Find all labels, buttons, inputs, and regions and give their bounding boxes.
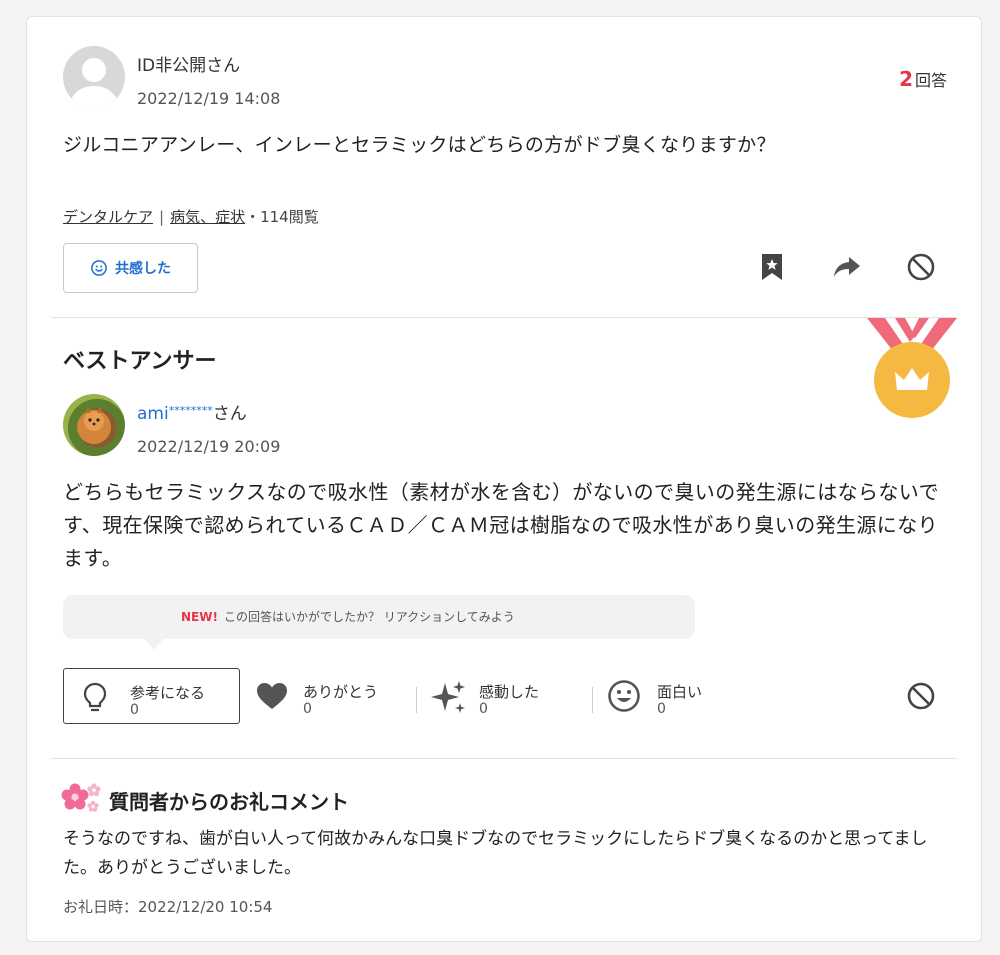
reaction-thanks-count: 0: [303, 701, 312, 717]
reaction-moved-button[interactable]: 感動した 0: [431, 668, 591, 724]
view-count: ・114閲覧: [245, 208, 319, 226]
thanks-title: 質問者からのお礼コメント: [109, 790, 349, 814]
thanks-date: お礼日時：2022/12/20 10:54: [63, 896, 272, 917]
reaction-moved-count: 0: [479, 701, 488, 717]
heart-icon: [257, 683, 287, 709]
empathy-button[interactable]: 共感した: [63, 243, 198, 293]
default-avatar[interactable]: [63, 46, 125, 108]
question-meta: デンタルケア | 病気、症状・114閲覧: [63, 206, 319, 227]
share-button[interactable]: [830, 250, 864, 284]
smile-icon: [608, 680, 640, 712]
question-card: ID非公開さん 2022/12/19 14:08 2 回答 ジルコニアアンレー、イ…: [26, 16, 982, 942]
reaction-prompt: NEW! この回答はいかがでしたか？ リアクションしてみよう: [63, 595, 695, 639]
answer-count-number: 2: [899, 67, 913, 91]
reaction-funny-label: 面白い: [657, 683, 703, 701]
reaction-prompt-text: この回答はいかがでしたか？ リアクションしてみよう: [223, 610, 515, 624]
answer-count-label: 回答: [914, 71, 947, 90]
reaction-helpful-button[interactable]: 参考になる 0: [63, 668, 240, 724]
reaction-prompt-tail: [145, 639, 163, 650]
answerer-name-mask: ********: [168, 404, 213, 417]
report-button[interactable]: [904, 250, 938, 284]
reaction-helpful-label: 参考になる: [130, 684, 206, 702]
category-separator: |: [159, 208, 165, 226]
category-link-dental-care[interactable]: デンタルケア: [63, 208, 153, 226]
report-answer-button[interactable]: [904, 679, 938, 713]
best-answer-title: ベストアンサー: [63, 349, 217, 374]
lightbulb-icon: [83, 682, 107, 712]
smile-icon: [91, 260, 107, 276]
reaction-funny-button[interactable]: 面白い 0: [607, 668, 767, 724]
answerer-avatar[interactable]: [63, 394, 125, 456]
thanks-date-label: お礼日時：: [63, 898, 139, 916]
block-icon: [907, 253, 935, 281]
answer-date: 2022/12/19 20:09: [137, 437, 281, 456]
question-text: ジルコニアアンレー、インレーとセラミックはどちらの方がドブ臭くなりますか？: [63, 134, 776, 156]
block-icon: [907, 682, 935, 710]
category-link-illness[interactable]: 病気、症状: [170, 208, 245, 226]
answer-text: どちらもセラミックスなので吸水性（素材が水を含む）がないので臭いの発生源にはなら…: [63, 480, 939, 570]
section-divider: [51, 758, 957, 759]
new-badge: NEW!: [181, 610, 218, 624]
answerer-name[interactable]: ami********さん: [137, 399, 247, 424]
reaction-helpful-count: 0: [130, 702, 139, 718]
sparkle-icon: [431, 681, 465, 713]
answerer-name-visible: ami: [137, 404, 169, 424]
answer-count[interactable]: 2 回答: [899, 67, 947, 91]
bookmark-button[interactable]: [755, 250, 789, 284]
question-date: 2022/12/19 14:08: [137, 89, 281, 108]
reaction-divider: [592, 687, 593, 713]
answerer-name-suffix: さん: [212, 404, 247, 424]
share-arrow-icon: [834, 257, 860, 277]
reaction-moved-label: 感動した: [479, 683, 540, 701]
best-answer-medal-icon: [867, 318, 957, 418]
thanks-date-value: 2022/12/20 10:54: [138, 898, 273, 916]
reaction-divider: [416, 687, 417, 713]
bookmark-icon: [762, 254, 782, 280]
thanks-text: そうなのですね、歯が白い人って何故かみんな口臭ドブなのでセラミックにしたらドブ臭…: [63, 829, 928, 878]
flower-icon: [61, 783, 101, 812]
section-divider: [51, 317, 957, 318]
reaction-thanks-button[interactable]: ありがとう 0: [255, 668, 415, 724]
empathy-label: 共感した: [115, 261, 171, 277]
reaction-thanks-label: ありがとう: [303, 683, 379, 701]
dog-photo-icon: [77, 407, 111, 444]
question-user-name[interactable]: ID非公開さん: [137, 51, 240, 76]
reaction-funny-count: 0: [657, 701, 666, 717]
